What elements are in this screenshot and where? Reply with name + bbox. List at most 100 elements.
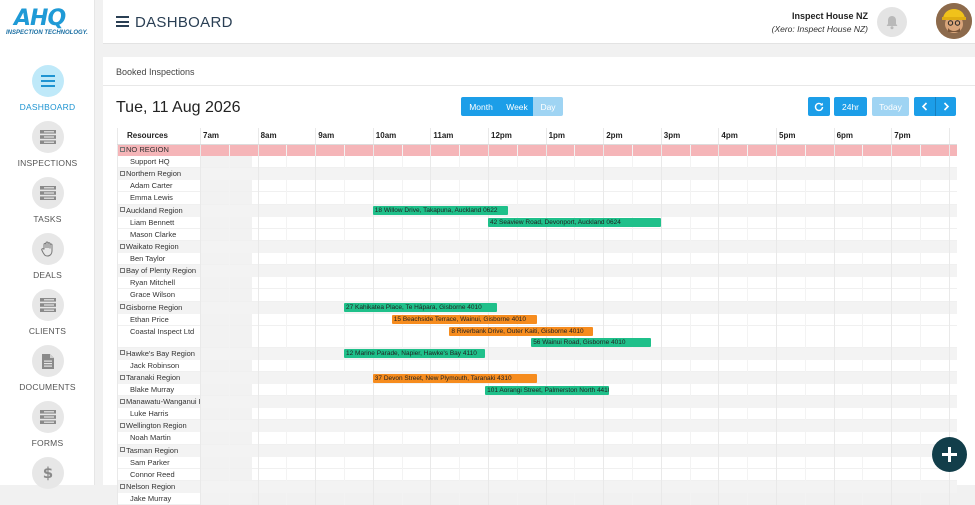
resource-row: Connor Reed: [117, 468, 957, 481]
resource-row: Ryan Mitchell: [117, 277, 957, 290]
view-month-button[interactable]: Month: [461, 97, 501, 116]
row-label: Auckland Region: [126, 205, 183, 215]
region-toggle[interactable]: Taranaki Region: [117, 372, 200, 384]
day-schedule: Resources 7am 8am 9am 10am 11am 12pm 1pm 2pm 3pm 4…: [117, 128, 957, 505]
row-label: Ryan Mitchell: [130, 278, 176, 288]
collapse-icon[interactable]: [120, 267, 125, 273]
region-group-row: Auckland Region: [117, 204, 957, 217]
collapse-icon[interactable]: [120, 170, 125, 176]
hour-gridline: [372, 128, 374, 505]
ahq-logo[interactable]: AHQ INSPECTION TECHNOLOGY.: [4, 6, 92, 40]
24hr-button[interactable]: 24hr: [834, 97, 867, 116]
hour-gridline: [776, 128, 777, 505]
chevron-left-icon: [921, 102, 928, 111]
row-label: Wellington Region: [126, 421, 187, 431]
inspection-event[interactable]: 37 Devon Street, New Plymouth, Taranaki …: [372, 373, 537, 383]
hamburger-menu-icon[interactable]: [116, 16, 129, 27]
add-inspection-button[interactable]: [932, 437, 967, 472]
region-toggle[interactable]: NO REGION: [117, 144, 200, 156]
half-hour-gridline: [401, 144, 403, 505]
nav-item-clients[interactable]: CLIENTS: [0, 289, 95, 336]
grid-left-border: [117, 128, 118, 505]
view-day-button[interactable]: Day: [533, 97, 563, 116]
region-toggle[interactable]: Wellington Region: [117, 420, 200, 432]
previous-day-button[interactable]: [914, 97, 935, 116]
region-toggle[interactable]: Tasman Region: [117, 445, 200, 457]
dollar-icon: $: [31, 457, 64, 489]
next-day-button[interactable]: [935, 97, 956, 116]
region-toggle[interactable]: Gisborne Region: [117, 302, 200, 314]
document-icon: [31, 345, 64, 377]
nav-item-billing[interactable]: $: [0, 457, 95, 489]
hour-gridline: [603, 128, 605, 505]
region-group-row: Hawke's Bay Region: [117, 347, 957, 360]
region-group-row: Taranaki Region: [117, 372, 957, 384]
half-hour-gridline: [574, 144, 576, 505]
collapse-icon[interactable]: [120, 350, 125, 356]
refresh-button[interactable]: [808, 97, 830, 116]
row-label: Ethan Price: [130, 314, 169, 324]
region-group-row: Nelson Region: [117, 481, 957, 493]
nav-item-tasks[interactable]: TASKS: [0, 177, 95, 224]
row-label: Blake Murray: [130, 385, 175, 394]
inspection-event[interactable]: 12 Marine Parade, Napier, Hawke's Bay 41…: [344, 349, 486, 359]
resource-row: Emma Lewis: [117, 192, 957, 205]
collapse-icon[interactable]: [120, 374, 125, 380]
region-toggle[interactable]: Bay of Plenty Region: [117, 265, 200, 277]
inspection-event[interactable]: 18 Willow Drive, Takapuna, Auckland 0622: [372, 206, 509, 216]
resource-name: Coastal Inspect Ltd: [117, 325, 200, 348]
row-label: Taranaki Region: [126, 373, 181, 382]
collapse-icon[interactable]: [120, 447, 125, 453]
inspection-event[interactable]: 56 Wainui Road, Gisborne 4010: [531, 338, 651, 348]
region-toggle[interactable]: Nelson Region: [117, 481, 200, 493]
collapse-icon[interactable]: [120, 483, 125, 489]
region-toggle[interactable]: Auckland Region: [117, 205, 200, 217]
collapse-icon[interactable]: [120, 207, 125, 213]
inspection-event[interactable]: 101 Aorangi Street, Palmerston North 441…: [485, 385, 609, 395]
row-label: Adam Carter: [130, 181, 173, 191]
inspection-event[interactable]: 42 Seaview Road, Devonport, Auckland 062…: [488, 218, 661, 228]
nav-item-deals[interactable]: DEALS: [0, 233, 95, 280]
inspection-event[interactable]: 15 Beachside Terrace, Wainui, Gisborne 4…: [391, 315, 537, 325]
inspection-event[interactable]: 8 Riverbank Drive, Outer Kaiti, Gisborne…: [449, 327, 594, 337]
inspection-event[interactable]: 27 Kahikatea Place, Te Hāpara, Gisborne …: [344, 303, 497, 313]
collapse-icon[interactable]: [120, 422, 125, 428]
today-button[interactable]: Today: [872, 97, 909, 116]
row-label: Coastal Inspect Ltd: [130, 326, 195, 336]
region-group-row: Wellington Region: [117, 420, 957, 433]
resources-header: Resources: [127, 131, 168, 140]
nav-item-documents[interactable]: DOCUMENTS: [0, 345, 95, 392]
resource-row: Sam Parker: [117, 456, 957, 469]
hour-header: 4pm: [721, 131, 738, 140]
half-hour-gridline: [689, 144, 691, 505]
region-toggle[interactable]: Waikato Region: [117, 241, 200, 253]
nav-item-inspections[interactable]: INSPECTIONS: [0, 121, 95, 168]
top-bar: DASHBOARD Inspect House NZ (Xero: Inspec…: [103, 0, 975, 44]
nav-item-forms[interactable]: FORMS: [0, 401, 95, 448]
region-toggle[interactable]: Manawatu-Wanganui Region: [117, 396, 200, 408]
region-toggle[interactable]: Hawke's Bay Region: [117, 348, 200, 360]
resource-row: Jack Robinson: [117, 359, 957, 372]
half-hour-gridline: [920, 144, 921, 505]
notification-bell-icon[interactable]: [877, 7, 907, 37]
nav-item-dashboard[interactable]: DASHBOARD: [0, 65, 95, 112]
hour-header: 5pm: [779, 131, 796, 140]
collapse-icon[interactable]: [120, 304, 125, 310]
refresh-icon: [814, 102, 824, 111]
nav-item-label: DASHBOARD: [19, 102, 76, 112]
collapse-icon[interactable]: [120, 243, 125, 249]
view-week-button[interactable]: Week: [501, 97, 533, 116]
hour-gridline: [891, 128, 893, 505]
collapse-icon[interactable]: [120, 398, 125, 404]
row-label: Waikato Region: [126, 242, 179, 251]
list-icon: [31, 121, 64, 153]
user-avatar[interactable]: [936, 3, 972, 39]
region-group-row: NO REGION: [117, 144, 957, 156]
region-group-row: Gisborne Region: [117, 301, 957, 314]
half-hour-gridline: [516, 144, 518, 505]
hour-gridline: [200, 128, 201, 505]
half-hour-gridline: [228, 144, 230, 505]
collapse-icon[interactable]: [120, 146, 125, 152]
region-toggle[interactable]: Northern Region: [117, 168, 200, 180]
hour-gridline: [660, 128, 662, 505]
